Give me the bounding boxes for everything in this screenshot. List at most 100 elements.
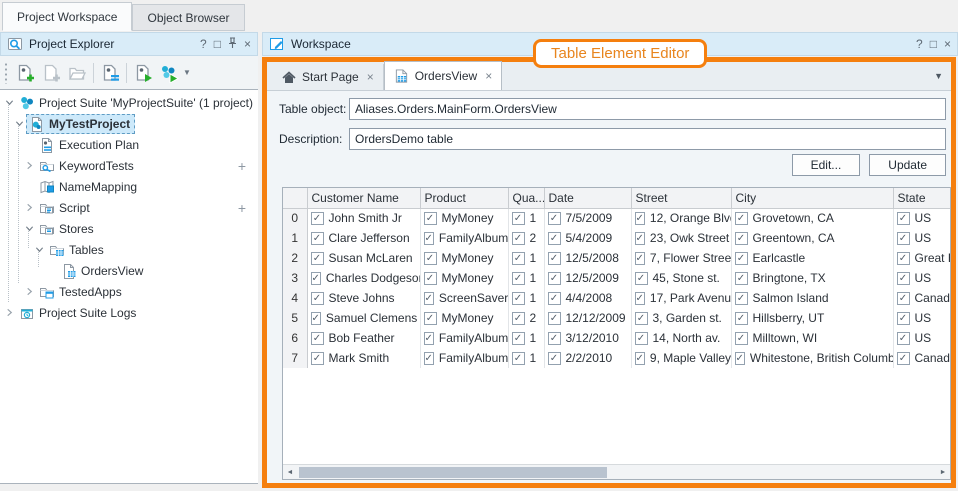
chevron-right-icon[interactable]	[22, 201, 36, 215]
chevron-down-icon[interactable]	[2, 96, 16, 110]
tree-item-tables[interactable]: Tables	[0, 239, 258, 260]
checkbox-checked-icon[interactable]: ✓	[548, 312, 561, 325]
checkbox-checked-icon[interactable]: ✓	[635, 332, 648, 345]
tree-item-keywordtests[interactable]: KeywordTests+	[0, 155, 258, 176]
table-cell[interactable]: ✓Bob Feather	[307, 328, 420, 348]
checkbox-checked-icon[interactable]: ✓	[424, 332, 434, 345]
column-header[interactable]: State	[893, 188, 951, 208]
chevron-down-icon[interactable]	[32, 243, 46, 257]
checkbox-checked-icon[interactable]: ✓	[548, 212, 561, 225]
table-cell[interactable]: ✓Steve Johns	[307, 288, 420, 308]
table-cell[interactable]: ✓Earlcastle	[731, 248, 893, 268]
column-header[interactable]: Date	[544, 188, 631, 208]
checkbox-checked-icon[interactable]: ✓	[548, 352, 561, 365]
checkbox-checked-icon[interactable]: ✓	[424, 312, 437, 325]
tree-item-script[interactable]: Script+	[0, 197, 258, 218]
table-object-input[interactable]	[349, 98, 946, 120]
chevron-down-icon[interactable]	[22, 222, 36, 236]
tab-list-dropdown-icon[interactable]: ▼	[934, 71, 943, 81]
column-header[interactable]: Qua...	[508, 188, 544, 208]
checkbox-checked-icon[interactable]: ✓	[897, 332, 910, 345]
tab-project-workspace[interactable]: Project Workspace	[2, 2, 132, 31]
table-cell[interactable]: ✓FamilyAlbum	[420, 328, 508, 348]
pin-icon[interactable]	[228, 37, 237, 51]
checkbox-checked-icon[interactable]: ✓	[735, 232, 748, 245]
column-header[interactable]: City	[731, 188, 893, 208]
checkbox-checked-icon[interactable]: ✓	[548, 332, 561, 345]
table-cell[interactable]: ✓12/5/2008	[544, 248, 631, 268]
row-index[interactable]: 5	[283, 308, 307, 328]
add-project-button[interactable]	[12, 60, 38, 86]
checkbox-checked-icon[interactable]: ✓	[512, 212, 525, 225]
checkbox-checked-icon[interactable]: ✓	[311, 252, 324, 265]
add-item-button[interactable]: +	[238, 159, 246, 173]
close-icon[interactable]: ×	[944, 38, 951, 50]
row-index[interactable]: 6	[283, 328, 307, 348]
checkbox-checked-icon[interactable]: ✓	[548, 292, 561, 305]
table-cell[interactable]: ✓3/12/2010	[544, 328, 631, 348]
execution-order-button[interactable]	[97, 60, 123, 86]
table-cell[interactable]: ✓12/5/2009	[544, 268, 631, 288]
table-cell[interactable]: ✓US	[893, 228, 951, 248]
checkbox-checked-icon[interactable]: ✓	[424, 252, 437, 265]
checkbox-checked-icon[interactable]: ✓	[512, 332, 525, 345]
checkbox-checked-icon[interactable]: ✓	[735, 252, 748, 265]
table-cell[interactable]: ✓1	[508, 248, 544, 268]
table-cell[interactable]: ✓2	[508, 228, 544, 248]
run-project-suite-button[interactable]	[156, 60, 182, 86]
table-cell[interactable]: ✓7/5/2009	[544, 208, 631, 228]
tab-object-browser[interactable]: Object Browser	[132, 4, 244, 31]
table-cell[interactable]: ✓9, Maple Valley	[631, 348, 731, 368]
checkbox-checked-icon[interactable]: ✓	[424, 232, 434, 245]
table-cell[interactable]: ✓Grovetown, CA	[731, 208, 893, 228]
table-cell[interactable]: ✓Canada	[893, 288, 951, 308]
add-item-button[interactable]: +	[238, 201, 246, 215]
table-cell[interactable]: ✓7, Flower Street	[631, 248, 731, 268]
table-cell[interactable]: ✓US	[893, 328, 951, 348]
tree-item-testedapps[interactable]: TestedApps	[0, 281, 258, 302]
table-cell[interactable]: ✓MyMoney	[420, 268, 508, 288]
table-cell[interactable]: ✓3, Garden st.	[631, 308, 731, 328]
checkbox-checked-icon[interactable]: ✓	[424, 292, 434, 305]
row-index[interactable]: 1	[283, 228, 307, 248]
checkbox-checked-icon[interactable]: ✓	[311, 312, 321, 325]
table-cell[interactable]: ✓1	[508, 268, 544, 288]
checkbox-checked-icon[interactable]: ✓	[311, 232, 324, 245]
table-cell[interactable]: ✓Canada	[893, 348, 951, 368]
table-cell[interactable]: ✓23, Owk Street	[631, 228, 731, 248]
close-icon[interactable]: ×	[244, 38, 251, 50]
run-project-button[interactable]	[130, 60, 156, 86]
row-index[interactable]: 4	[283, 288, 307, 308]
table-cell[interactable]: ✓1	[508, 348, 544, 368]
maximize-icon[interactable]: □	[214, 38, 221, 50]
table-cell[interactable]: ✓Charles Dodgeson	[307, 268, 420, 288]
checkbox-checked-icon[interactable]: ✓	[311, 272, 321, 285]
table-cell[interactable]: ✓US	[893, 208, 951, 228]
table-cell[interactable]: ✓14, North av.	[631, 328, 731, 348]
checkbox-checked-icon[interactable]: ✓	[635, 292, 645, 305]
row-index[interactable]: 0	[283, 208, 307, 228]
checkbox-checked-icon[interactable]: ✓	[424, 352, 434, 365]
maximize-icon[interactable]: □	[930, 38, 937, 50]
checkbox-checked-icon[interactable]: ✓	[635, 232, 645, 245]
table-cell[interactable]: ✓1	[508, 328, 544, 348]
checkbox-checked-icon[interactable]: ✓	[311, 352, 324, 365]
table-cell[interactable]: ✓2/2/2010	[544, 348, 631, 368]
checkbox-checked-icon[interactable]: ✓	[735, 292, 748, 305]
open-item-button[interactable]	[64, 60, 90, 86]
table-cell[interactable]: ✓Salmon Island	[731, 288, 893, 308]
checkbox-checked-icon[interactable]: ✓	[635, 312, 648, 325]
close-icon[interactable]: ×	[367, 70, 374, 84]
checkbox-checked-icon[interactable]: ✓	[897, 352, 910, 365]
table-cell[interactable]: ✓FamilyAlbum	[420, 228, 508, 248]
index-column-header[interactable]	[283, 188, 307, 208]
tree-item-namemapping[interactable]: NameMapping	[0, 176, 258, 197]
run-options-dropdown-icon[interactable]: ▼	[183, 68, 191, 77]
checkbox-checked-icon[interactable]: ✓	[311, 292, 324, 305]
tree-item-execution-plan[interactable]: Execution Plan	[0, 134, 258, 155]
table-cell[interactable]: ✓MyMoney	[420, 308, 508, 328]
checkbox-checked-icon[interactable]: ✓	[735, 212, 748, 225]
chevron-down-icon[interactable]	[12, 117, 26, 131]
new-item-button[interactable]	[38, 60, 64, 86]
table-cell[interactable]: ✓45, Stone st.	[631, 268, 731, 288]
